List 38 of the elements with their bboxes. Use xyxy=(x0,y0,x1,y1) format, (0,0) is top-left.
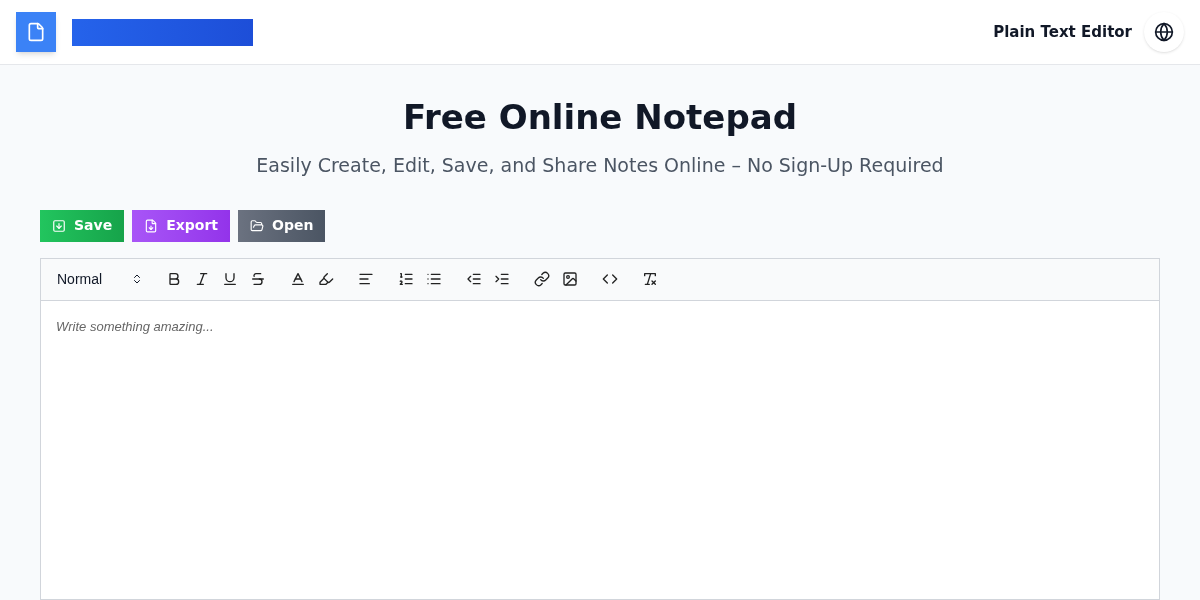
page-title: Free Online Notepad xyxy=(401,96,798,139)
italic-icon xyxy=(194,271,210,287)
outdent-icon xyxy=(466,271,482,287)
bold-icon xyxy=(166,271,182,287)
ordered-list-icon xyxy=(398,271,414,287)
text-color-icon xyxy=(290,271,306,287)
align-left-icon xyxy=(358,271,374,287)
action-icon xyxy=(52,218,66,233)
ordered-list-button[interactable] xyxy=(397,270,415,288)
note-input[interactable]: Write something amazing... xyxy=(56,316,1144,336)
underline-icon xyxy=(222,271,238,287)
code-icon xyxy=(602,271,618,287)
highlight-button[interactable] xyxy=(317,270,335,288)
globe-icon xyxy=(1154,22,1174,42)
link-button[interactable] xyxy=(533,270,551,288)
underline-button[interactable] xyxy=(221,270,239,288)
logo-badge[interactable] xyxy=(16,12,56,52)
text-color-button[interactable] xyxy=(289,270,307,288)
page-subtitle: Easily Create, Edit, Save, and Share Notes Online – No Sign-Up Required xyxy=(255,153,945,178)
strikethrough-icon xyxy=(250,271,266,287)
image-icon xyxy=(562,271,578,287)
clear-format-icon xyxy=(642,271,658,287)
bullet-list-icon xyxy=(426,271,442,287)
action-button[interactable]: Export xyxy=(132,209,230,242)
clear-format-button[interactable] xyxy=(641,270,659,288)
document-icon xyxy=(26,22,46,42)
action-icon xyxy=(144,218,159,233)
action-button[interactable]: Open xyxy=(238,209,326,242)
action-icon xyxy=(250,218,264,233)
nav-link[interactable]: Plain Text Editor xyxy=(993,20,1132,44)
strikethrough-button[interactable] xyxy=(249,270,267,288)
highlight-icon xyxy=(318,271,334,287)
format-select[interactable]: Normal xyxy=(57,268,143,290)
updown-icon xyxy=(131,273,143,285)
link-icon xyxy=(534,271,550,287)
language-button[interactable] xyxy=(1144,12,1184,52)
image-button[interactable] xyxy=(561,270,579,288)
indent-icon xyxy=(494,271,510,287)
